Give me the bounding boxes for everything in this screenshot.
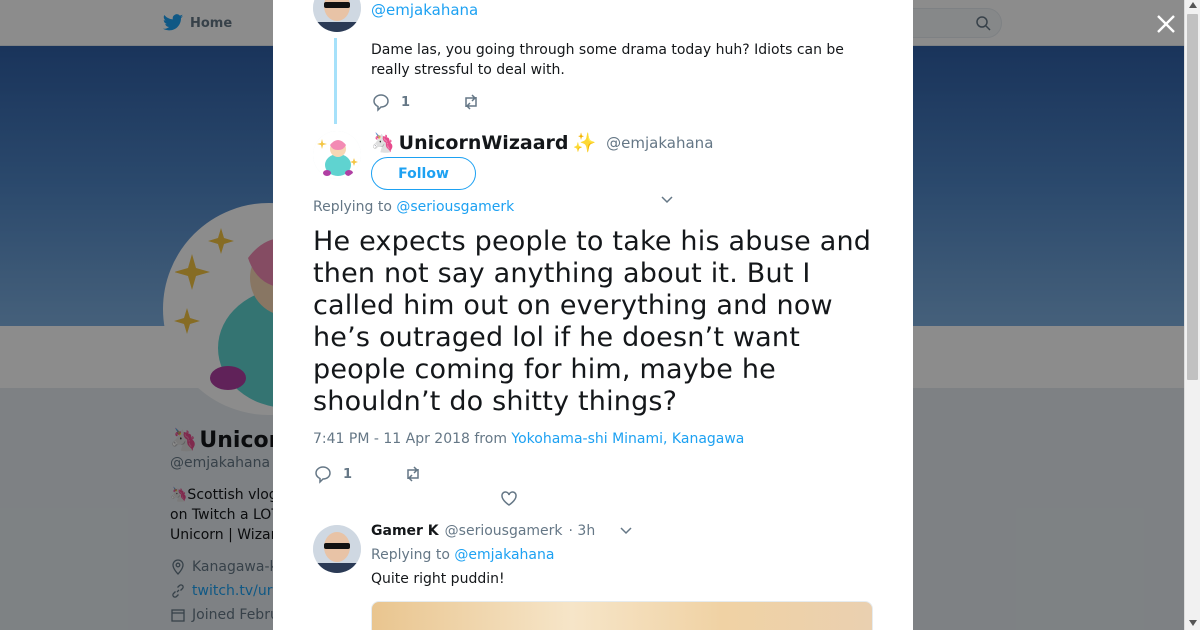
gamer-avatar-image bbox=[313, 0, 361, 32]
reply-icon bbox=[315, 466, 331, 484]
replying-to-line: Replying to @emjakahana bbox=[371, 547, 555, 563]
parent-tweet-handle[interactable]: @emjakahana bbox=[371, 1, 478, 19]
thread-connector-line bbox=[334, 38, 337, 124]
like-heart-icon[interactable] bbox=[499, 488, 519, 508]
retweet-button[interactable] bbox=[403, 464, 423, 484]
reply-button[interactable]: 1 bbox=[371, 92, 461, 112]
reply-count: 1 bbox=[343, 466, 353, 482]
avatar[interactable] bbox=[313, 525, 361, 573]
replying-to-line: Replying to @seriousgamerk bbox=[313, 199, 515, 215]
reply-author-name[interactable]: Gamer K bbox=[371, 523, 439, 539]
avatar[interactable] bbox=[313, 131, 361, 179]
scroll-down-arrow-icon[interactable] bbox=[1189, 620, 1197, 626]
tweet-timestamp: 7:41 PM - 11 Apr 2018 from Yokohama-shi … bbox=[313, 431, 745, 447]
reply-author-handle[interactable]: @seriousgamerk bbox=[445, 523, 563, 539]
reply-time[interactable]: · 3h bbox=[569, 523, 596, 539]
chevron-down-icon[interactable] bbox=[660, 195, 674, 205]
reply-button[interactable]: 1 bbox=[313, 464, 403, 484]
main-tweet-author[interactable]: 🦄 UnicornWizaard ✨ @emjakahana bbox=[371, 131, 714, 155]
mention-link[interactable]: @emjakahana bbox=[454, 547, 554, 563]
author-handle: @emjakahana bbox=[606, 133, 714, 152]
close-modal-button[interactable] bbox=[1154, 12, 1178, 36]
avatar[interactable] bbox=[313, 0, 361, 32]
author-display-name: UnicornWizaard bbox=[398, 131, 569, 154]
reply-tweet-header: Gamer K @seriousgamerk · 3h bbox=[371, 523, 633, 539]
follow-button[interactable]: Follow bbox=[371, 157, 476, 190]
parent-tweet-text: Dame las, you going through some drama t… bbox=[371, 42, 844, 78]
scroll-up-arrow-icon[interactable] bbox=[1189, 2, 1197, 8]
main-tweet-actions: 1 bbox=[313, 464, 423, 484]
unicorn-emoji-icon: 🦄 bbox=[371, 132, 395, 154]
reply-media-image[interactable] bbox=[371, 601, 873, 630]
retweet-icon bbox=[407, 466, 419, 482]
reply-count: 1 bbox=[401, 94, 411, 110]
chevron-down-icon[interactable] bbox=[619, 526, 633, 536]
retweet-icon bbox=[465, 94, 477, 110]
scrollbar-thumb[interactable] bbox=[1187, 14, 1198, 380]
reply-tweet-text: Quite right puddin! bbox=[371, 571, 505, 587]
mention-link[interactable]: @seriousgamerk bbox=[396, 199, 514, 215]
parent-tweet-actions: 1 bbox=[371, 92, 481, 112]
gamer-avatar-image bbox=[313, 525, 361, 573]
reply-icon bbox=[373, 94, 389, 112]
sparkles-emoji-icon: ✨ bbox=[572, 132, 597, 154]
main-tweet-text: He expects people to take his abuse and … bbox=[313, 226, 872, 417]
page-scrollbar[interactable] bbox=[1184, 0, 1200, 630]
tweet-permalink-modal: @emjakahana Dame las, you going through … bbox=[273, 0, 913, 630]
retweet-button[interactable] bbox=[461, 92, 481, 112]
close-icon bbox=[1157, 15, 1175, 33]
tweet-location-link[interactable]: Yokohama-shi Minami, Kanagawa bbox=[511, 431, 744, 447]
unicorn-avatar-image bbox=[313, 131, 361, 179]
